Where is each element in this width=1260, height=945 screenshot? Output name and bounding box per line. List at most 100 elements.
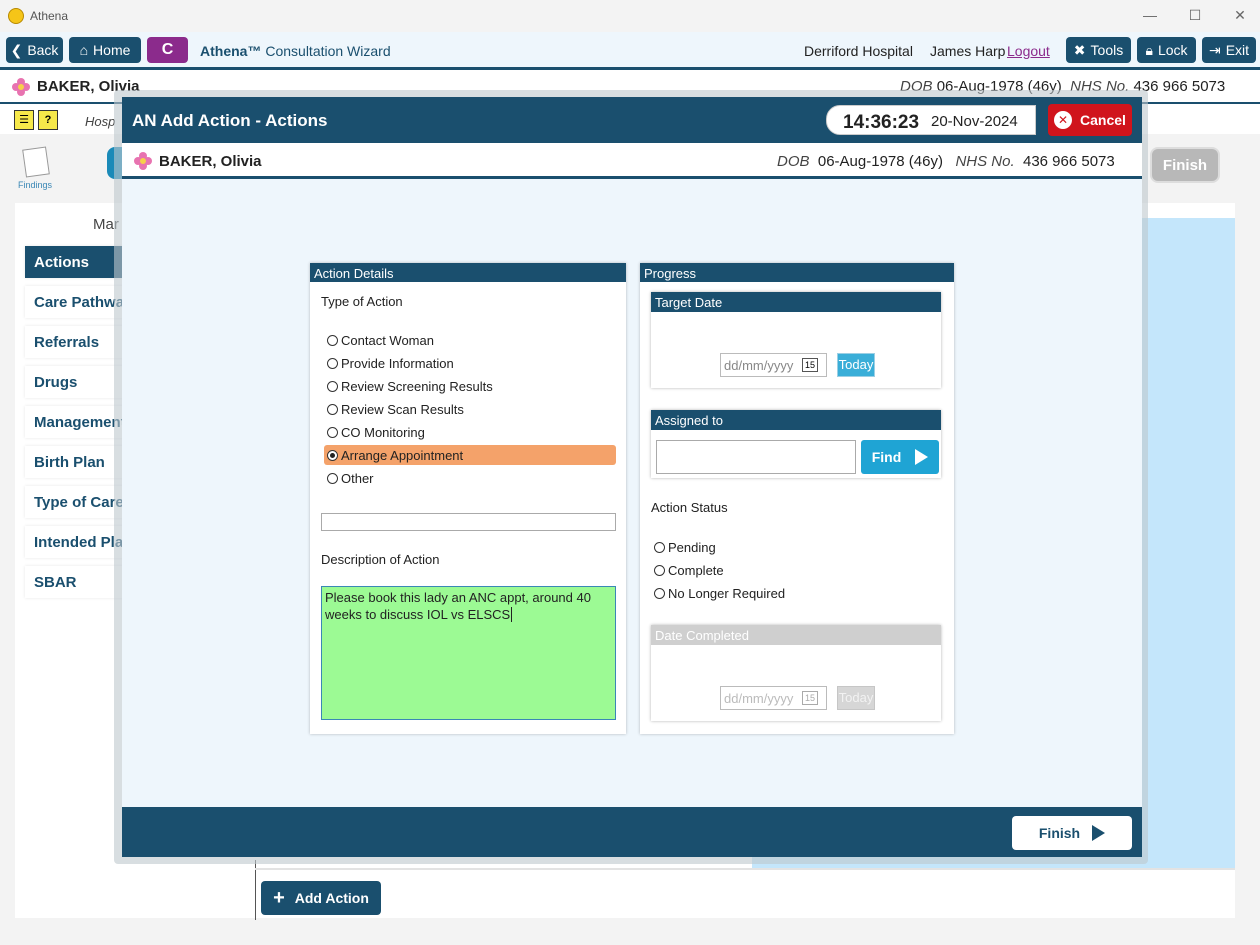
- radio-label: Complete: [668, 562, 724, 578]
- clock-display: 14:36:23 20-Nov-2024: [826, 105, 1036, 135]
- wizard-title-text: Consultation Wizard: [265, 43, 391, 59]
- clock-time: 14:36:23: [843, 112, 920, 133]
- help-icon[interactable]: ?: [38, 110, 58, 130]
- consultation-badge[interactable]: C: [147, 37, 188, 63]
- wizard-brand: Athena™: [200, 43, 262, 59]
- radio-status-complete[interactable]: Complete: [651, 560, 851, 580]
- back-label: Back: [27, 42, 59, 58]
- divider: [255, 868, 1235, 870]
- target-today-button[interactable]: Today: [837, 353, 875, 377]
- cancel-button[interactable]: ✕ Cancel: [1048, 104, 1132, 136]
- add-action-modal: AN Add Action - Actions 14:36:23 20-Nov-…: [122, 97, 1142, 857]
- text-caret: [511, 607, 513, 622]
- background-finish-button[interactable]: Finish: [1150, 147, 1220, 183]
- radio-other[interactable]: Other: [324, 468, 616, 488]
- sidebar-item-actions[interactable]: Actions: [25, 246, 125, 278]
- assigned-to-input[interactable]: [656, 440, 856, 474]
- radio-label: Contact Woman: [341, 332, 434, 348]
- assigned-to-panel: Assigned to Find: [651, 410, 941, 478]
- progress-header: Progress: [640, 263, 954, 282]
- target-date-header: Target Date: [651, 292, 941, 312]
- other-action-input[interactable]: [321, 513, 616, 531]
- home-label: Home: [93, 42, 131, 58]
- close-window-button[interactable]: ✕: [1230, 7, 1250, 24]
- tools-icon: ✖: [1073, 41, 1086, 58]
- add-action-button[interactable]: + Add Action: [261, 881, 381, 915]
- action-status-label: Action Status: [651, 500, 728, 515]
- patient-flower-icon: [134, 152, 152, 170]
- radio-status-pending[interactable]: Pending: [651, 537, 851, 557]
- add-action-label: Add Action: [294, 890, 369, 906]
- maximize-button[interactable]: ☐: [1185, 7, 1205, 24]
- findings-button[interactable]: Findings: [18, 144, 58, 190]
- lock-button[interactable]: 🔒︎ Lock: [1137, 37, 1196, 63]
- target-date-panel: Target Date dd/mm/yyyy 15 Today: [651, 292, 941, 388]
- back-button[interactable]: ❮ Back: [6, 37, 63, 63]
- dob-label: DOB: [777, 153, 810, 170]
- sidebar-item-birth-plan[interactable]: Birth Plan: [25, 446, 125, 478]
- home-button[interactable]: ⌂ Home: [69, 37, 141, 63]
- finish-button[interactable]: Finish: [1012, 816, 1132, 850]
- date-completed-panel: Date Completed dd/mm/yyyy 15 Today: [651, 625, 941, 721]
- hospital-name: Derriford Hospital: [804, 43, 913, 59]
- radio-icon: [654, 587, 665, 599]
- radio-label: Pending: [668, 539, 716, 555]
- sidebar-item-type-of-care[interactable]: Type of Care: [25, 486, 125, 518]
- dob-value: 06-Aug-1978 (46y): [817, 153, 943, 170]
- radio-label: Provide Information: [341, 355, 454, 371]
- alert-list-icon[interactable]: ☰: [14, 110, 34, 130]
- close-circle-icon: ✕: [1054, 111, 1073, 129]
- radio-label: Other: [341, 470, 374, 486]
- lock-label: Lock: [1157, 42, 1188, 58]
- user-name: James Harp: [930, 43, 1006, 59]
- completed-today-button[interactable]: Today: [837, 686, 875, 710]
- radio-review-scan-results[interactable]: Review Scan Results: [324, 399, 616, 419]
- date-completed-header: Date Completed: [651, 625, 941, 645]
- sidebar-item-care-pathway[interactable]: Care Pathway: [25, 286, 125, 318]
- radio-provide-information[interactable]: Provide Information: [324, 353, 616, 373]
- patient-flower-icon: [12, 78, 30, 96]
- calendar-icon[interactable]: 15: [802, 691, 818, 705]
- sidebar-item-sbar[interactable]: SBAR: [25, 566, 125, 598]
- sidebar-item-drugs[interactable]: Drugs: [25, 366, 125, 398]
- radio-review-screening-results[interactable]: Review Screening Results: [324, 376, 616, 396]
- tools-button[interactable]: ✖ Tools: [1066, 37, 1131, 63]
- exit-icon: ⇥: [1208, 41, 1221, 58]
- sidebar-item-management[interactable]: Management: [25, 406, 125, 438]
- modal-title: AN Add Action - Actions: [132, 111, 328, 130]
- radio-icon: [327, 334, 338, 346]
- plus-icon: +: [273, 886, 285, 909]
- radio-icon: [327, 403, 338, 415]
- exit-label: Exit: [1225, 42, 1250, 58]
- radio-icon: [327, 380, 338, 392]
- radio-arrange-appointment[interactable]: Arrange Appointment: [324, 445, 616, 465]
- findings-label: Findings: [18, 180, 53, 190]
- lock-icon: 🔒︎: [1145, 41, 1153, 58]
- logout-link[interactable]: Logout: [1007, 43, 1050, 59]
- sidebar-item-referrals[interactable]: Referrals: [25, 326, 125, 358]
- radio-label: Arrange Appointment: [341, 447, 464, 463]
- description-label: Description of Action: [321, 552, 440, 567]
- description-textarea[interactable]: Please book this lady an ANC appt, aroun…: [321, 586, 616, 720]
- notepad-icon: [22, 146, 50, 178]
- radio-label: Review Scan Results: [341, 401, 464, 417]
- window-title: Athena: [30, 9, 69, 23]
- find-button[interactable]: Find: [861, 440, 939, 474]
- calendar-icon[interactable]: 15: [802, 358, 818, 372]
- find-label: Find: [871, 449, 902, 465]
- radio-label: No Longer Required: [668, 585, 786, 601]
- action-details-header: Action Details: [310, 263, 626, 282]
- app-logo-icon: [8, 8, 24, 24]
- sidebar-item-intended-place[interactable]: Intended Place: [25, 526, 125, 558]
- exit-button[interactable]: ⇥ Exit: [1202, 37, 1256, 63]
- modal-header: AN Add Action - Actions 14:36:23 20-Nov-…: [122, 97, 1142, 143]
- modal-patient-name: BAKER, Olivia: [159, 153, 262, 170]
- cancel-label: Cancel: [1080, 112, 1126, 128]
- minimize-button[interactable]: —: [1140, 7, 1160, 23]
- radio-icon: [327, 449, 338, 461]
- assigned-to-header: Assigned to: [651, 410, 941, 430]
- nhs-label: NHS No.: [955, 153, 1015, 170]
- radio-co-monitoring[interactable]: CO Monitoring: [324, 422, 616, 442]
- radio-contact-woman[interactable]: Contact Woman: [324, 330, 616, 350]
- radio-status-no-longer-required[interactable]: No Longer Required: [651, 583, 851, 603]
